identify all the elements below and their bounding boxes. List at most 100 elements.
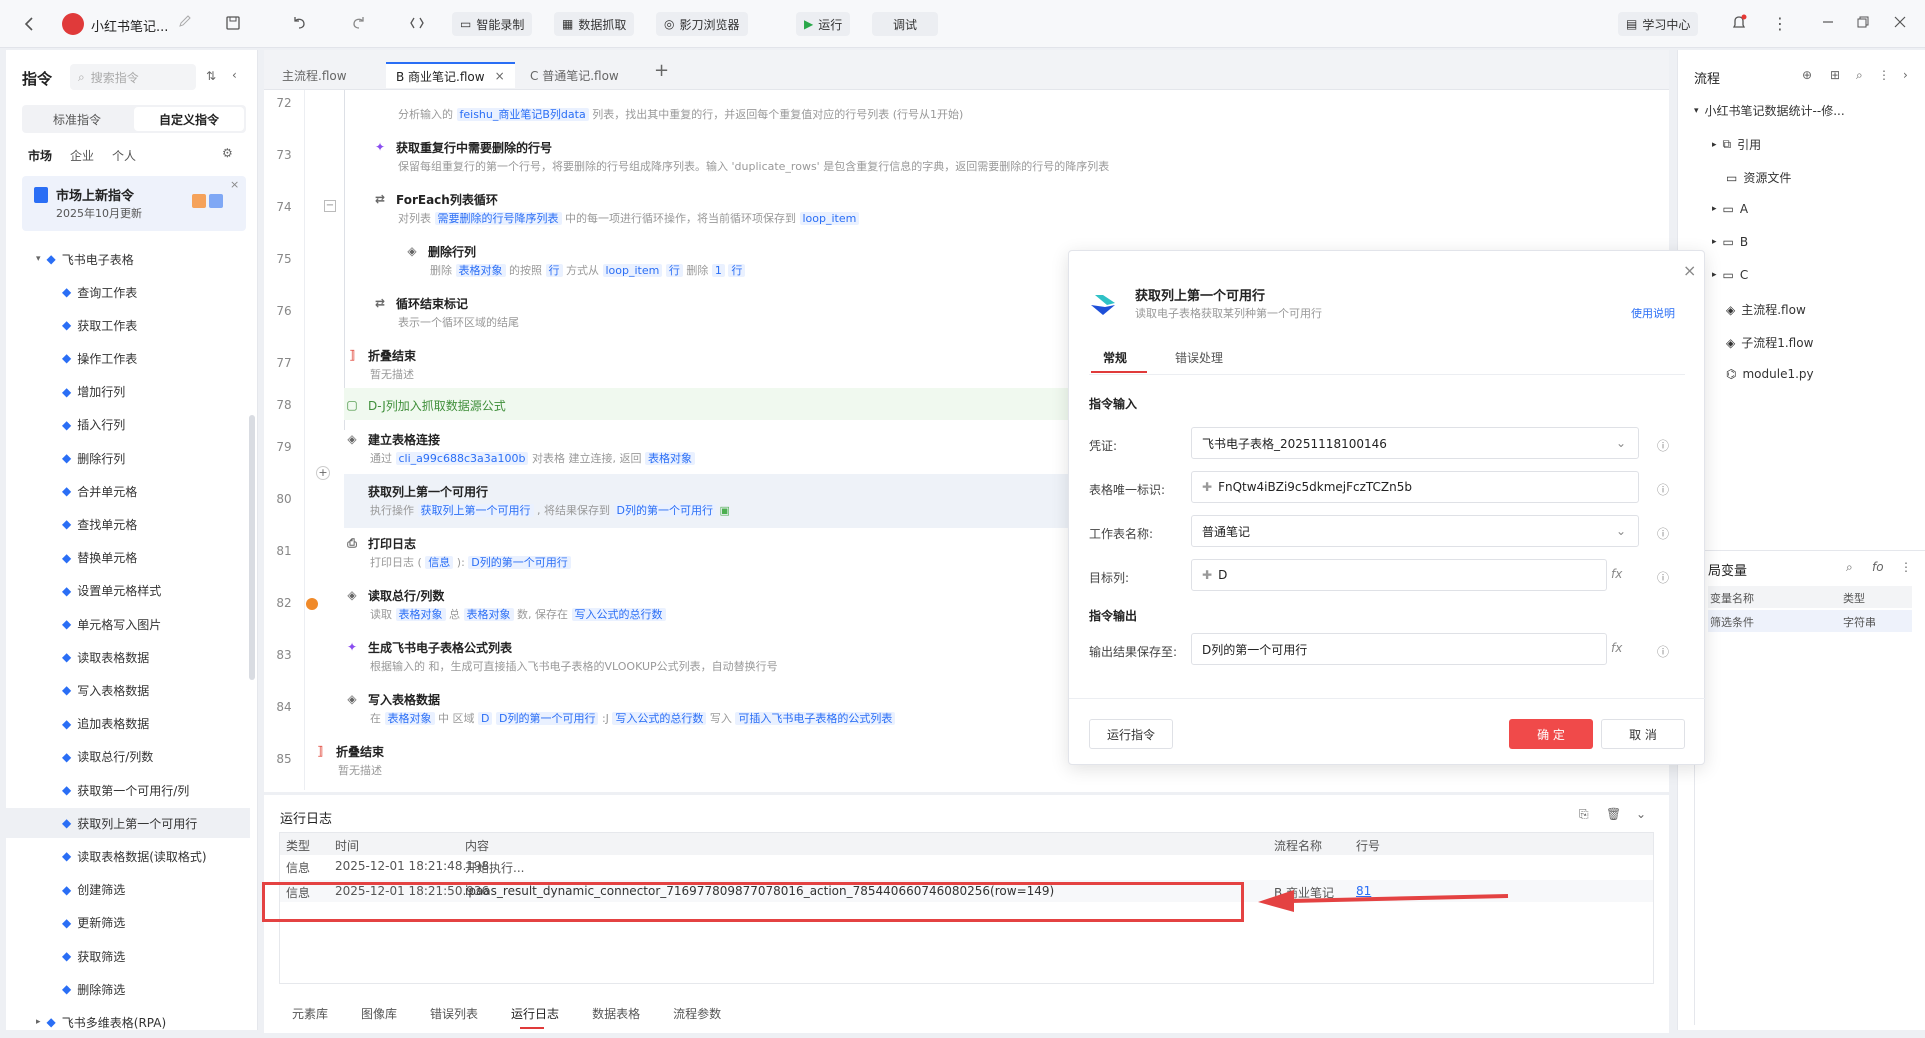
- instruction-item[interactable]: ◆ 获取工作表: [6, 310, 250, 340]
- variable-chip[interactable]: 信息: [425, 556, 454, 569]
- minimize-icon[interactable]: [1820, 14, 1840, 34]
- tree-item-folder-c[interactable]: ▸ ▭ C: [1712, 268, 1748, 282]
- tree-group-feishu-sheet[interactable]: ▾ ◆ 飞书电子表格: [6, 244, 250, 274]
- tree-group-feishu-bitable[interactable]: ▸ ◆ 飞书多维表格(RPA): [6, 1007, 250, 1030]
- instruction-item[interactable]: ◆ 删除行列: [6, 443, 250, 473]
- more-icon[interactable]: ⋮: [1772, 14, 1792, 34]
- help-link[interactable]: 使用说明: [1631, 305, 1675, 321]
- close-banner-icon[interactable]: ×: [230, 178, 239, 191]
- undo-icon[interactable]: [290, 14, 310, 34]
- variable-chip[interactable]: 表格对象: [455, 264, 506, 277]
- breakpoint-icon[interactable]: [306, 598, 318, 610]
- search-icon[interactable]: ⌕: [1846, 560, 1853, 575]
- variable-chip[interactable]: 需要删除的行号降序列表: [434, 212, 562, 225]
- tree-item-resources[interactable]: ▭ 资源文件: [1726, 169, 1791, 186]
- instruction-item[interactable]: ◆ 替换单元格: [6, 543, 250, 573]
- tab-personal[interactable]: 个人: [112, 147, 136, 164]
- step-73[interactable]: ✦ 获取重复行中需要删除的行号 保留每组重复行的第一个行号，将要删除的行号组成降序…: [372, 138, 1372, 174]
- tab-image-library[interactable]: 图像库: [361, 1005, 397, 1022]
- rename-icon[interactable]: [178, 14, 198, 34]
- tree-item-folder-a[interactable]: ▸ ▭ A: [1712, 202, 1748, 216]
- target-column-input[interactable]: ✚ D: [1191, 559, 1607, 591]
- code-icon[interactable]: [408, 14, 428, 34]
- variable-chip[interactable]: D列的第一个可用行: [495, 712, 599, 725]
- info-icon[interactable]: ⓘ: [1657, 525, 1671, 541]
- instruction-item[interactable]: ◆ 获取筛选: [6, 941, 250, 971]
- tab-normal-notes-flow[interactable]: C 普通笔记.flow: [520, 62, 629, 88]
- instruction-item[interactable]: ◆ 获取列上第一个可用行: [6, 808, 250, 839]
- instruction-item[interactable]: ◆ 删除筛选: [6, 974, 250, 1004]
- variable-chip[interactable]: 表格对象: [644, 452, 695, 465]
- variable-chip[interactable]: 获取列上第一个可用行: [417, 504, 534, 517]
- tree-item-reference[interactable]: ▸ ⧉ 引用: [1712, 136, 1761, 153]
- info-icon[interactable]: ⓘ: [1657, 481, 1671, 497]
- info-icon[interactable]: ⓘ: [1657, 569, 1671, 585]
- instruction-item[interactable]: ◆ 合并单元格: [6, 476, 250, 506]
- info-icon[interactable]: ⓘ: [1657, 643, 1671, 659]
- close-window-icon[interactable]: [1892, 14, 1912, 34]
- variable-chip[interactable]: feishu_商业笔记B列data: [456, 108, 589, 121]
- run-button[interactable]: ▶ 运行: [796, 12, 851, 36]
- info-icon[interactable]: ⓘ: [1657, 437, 1671, 453]
- smart-record-button[interactable]: ▭ 智能录制: [452, 12, 533, 36]
- tab-custom-instructions[interactable]: 自定义指令: [134, 107, 244, 131]
- restore-icon[interactable]: [1855, 14, 1875, 34]
- table-row[interactable]: 筛选条件 字符串: [1708, 610, 1912, 632]
- tree-item-subflow[interactable]: ◈ 子流程1.flow: [1726, 334, 1813, 351]
- tab-error-handling[interactable]: 错误处理: [1175, 349, 1223, 366]
- app-name[interactable]: 小红书笔记...: [91, 16, 168, 35]
- close-dialog-icon[interactable]: ×: [1683, 261, 1696, 280]
- back-icon[interactable]: [20, 14, 40, 34]
- add-folder-icon[interactable]: ⊞: [1830, 68, 1840, 82]
- settings-icon[interactable]: ⚙: [222, 146, 233, 160]
- tree-item-main-flow[interactable]: ◈ 主流程.flow: [1726, 301, 1806, 318]
- tab-run-log[interactable]: 运行日志: [511, 1005, 559, 1022]
- variable-chip[interactable]: 写入公式的总行数: [571, 608, 666, 621]
- instruction-item[interactable]: ◆ 获取第一个可用行/列: [6, 775, 250, 805]
- clear-log-icon[interactable]: 🗑: [1606, 807, 1621, 821]
- add-tab-icon[interactable]: +: [654, 60, 669, 81]
- confirm-button[interactable]: 确 定: [1509, 719, 1593, 749]
- tab-general[interactable]: 常规: [1103, 349, 1127, 366]
- variable-chip[interactable]: 表格对象: [384, 712, 435, 725]
- export-log-icon[interactable]: ⎘: [1579, 807, 1589, 822]
- more-icon[interactable]: ⋮: [1878, 68, 1890, 82]
- tab-market[interactable]: 市场: [28, 147, 52, 164]
- variable-chip[interactable]: cli_a99c688c3a3a100b: [395, 452, 529, 465]
- collapse-panel-icon[interactable]: ›: [1903, 68, 1908, 82]
- formula-icon[interactable]: fo: [1872, 560, 1884, 574]
- tab-element-library[interactable]: 元素库: [292, 1005, 328, 1022]
- fx-icon[interactable]: fx: [1611, 567, 1622, 581]
- tab-error-list[interactable]: 错误列表: [430, 1005, 478, 1022]
- variable-chip[interactable]: 写入公式的总行数: [612, 712, 707, 725]
- instruction-item[interactable]: ◆ 单元格写入图片: [6, 609, 250, 639]
- close-tab-icon[interactable]: ×: [495, 69, 505, 83]
- instruction-item[interactable]: ◆ 读取表格数据(读取格式): [6, 841, 250, 871]
- tab-enterprise[interactable]: 企业: [70, 147, 94, 164]
- data-capture-button[interactable]: ▦ 数据抓取: [554, 12, 635, 36]
- add-flow-icon[interactable]: ⊕: [1802, 68, 1812, 82]
- more-icon[interactable]: ⋮: [1900, 560, 1912, 574]
- search-icon[interactable]: ⌕: [1856, 68, 1863, 83]
- instruction-item[interactable]: ◆ 查找单元格: [6, 509, 250, 539]
- instruction-item[interactable]: ◆ 操作工作表: [6, 343, 250, 373]
- browser-button[interactable]: ◎ 影刀浏览器: [656, 12, 748, 36]
- save-icon[interactable]: [224, 14, 244, 34]
- sort-icon[interactable]: ⇅: [206, 69, 216, 83]
- worksheet-select[interactable]: 普通笔记 ⌄: [1191, 515, 1639, 547]
- project-root[interactable]: ▾ 小红书笔记数据统计--修...: [1694, 102, 1845, 119]
- learning-center-button[interactable]: ▤ 学习中心: [1618, 12, 1699, 36]
- variable-chip[interactable]: D列的第一个可用行: [468, 556, 571, 569]
- instruction-item[interactable]: ◆ 更新筛选: [6, 908, 250, 938]
- variable-chip[interactable]: 表格对象: [463, 608, 514, 621]
- instruction-item[interactable]: ◆ 查询工作表: [6, 277, 250, 307]
- tree-item-folder-b[interactable]: ▸ ▭ B: [1712, 235, 1748, 249]
- insert-step-icon[interactable]: +: [316, 466, 330, 480]
- variable-chip[interactable]: 可插入飞书电子表格的公式列表: [735, 712, 896, 725]
- step-72[interactable]: 分析输入的 feishu_商业笔记B列data 列表，找出其中重复的行，并返回每…: [372, 104, 1372, 122]
- tree-item-module[interactable]: ⌬ module1.py: [1726, 367, 1814, 381]
- tab-data-table[interactable]: 数据表格: [592, 1005, 640, 1022]
- fx-icon[interactable]: fx: [1611, 641, 1622, 655]
- sheet-token-input[interactable]: ✚ FnQtw4iBZi9c5dkmejFczTCZn5b: [1191, 471, 1639, 503]
- debug-button[interactable]: 调试: [872, 12, 938, 36]
